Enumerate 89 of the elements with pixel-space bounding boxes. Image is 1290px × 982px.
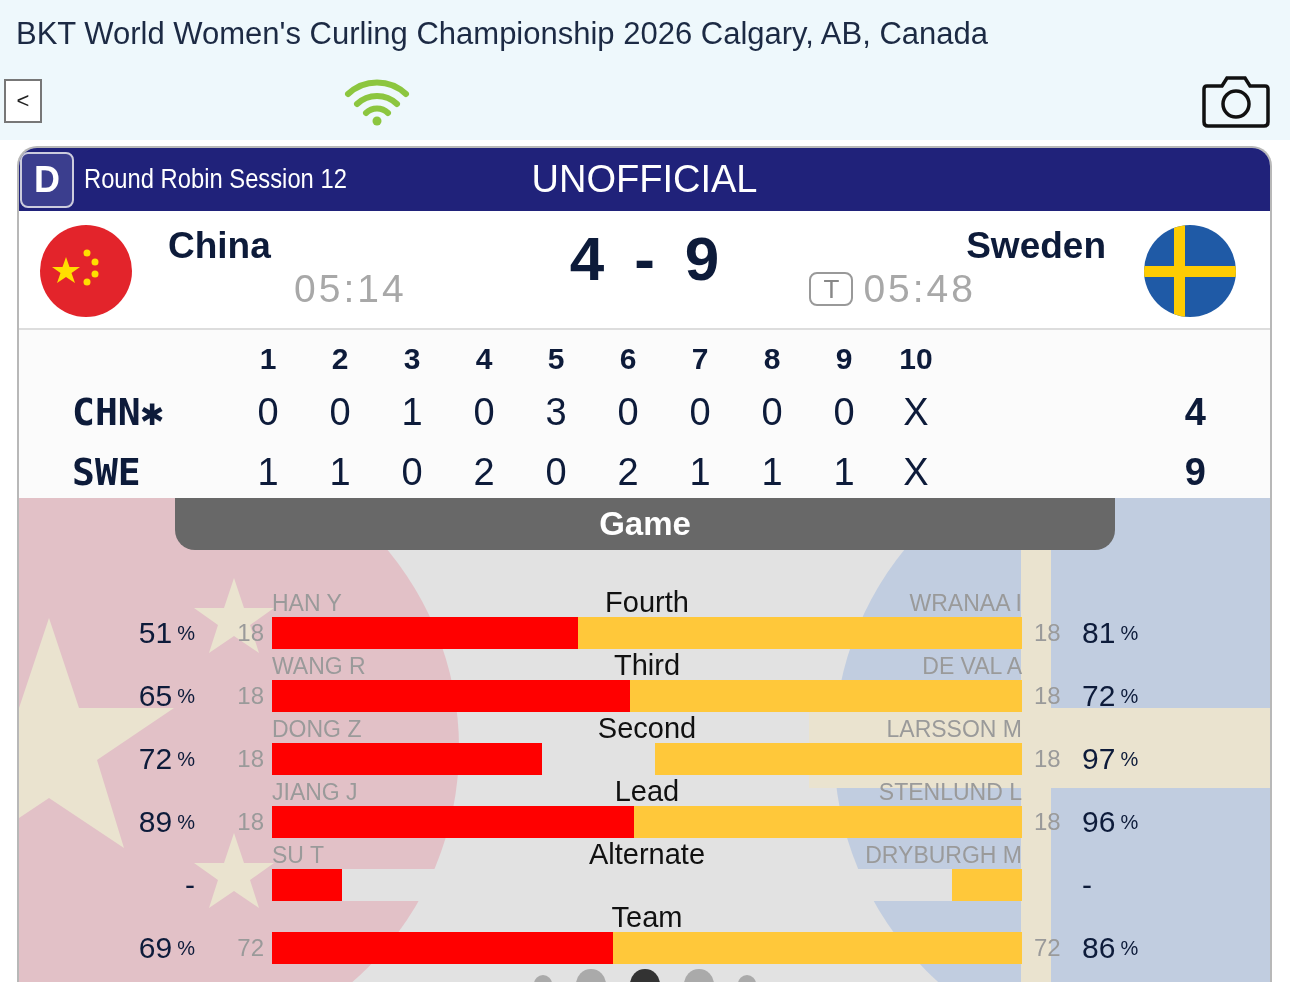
shot-count: 18 — [1033, 744, 1062, 774]
position-label: Fourth — [605, 588, 689, 617]
end-number: 8 — [762, 342, 782, 376]
end-score: 3 — [544, 390, 568, 434]
end-score: 0 — [400, 450, 424, 494]
player-percentage: 89 % — [137, 806, 196, 838]
player-name: DRYBURGH M — [864, 842, 1022, 869]
team-name: China — [168, 225, 271, 267]
end-number: 3 — [402, 342, 422, 376]
end-score: 1 — [688, 450, 712, 494]
player-name: JIANG J — [272, 779, 359, 806]
event-title: BKT World Women's Curling Championship 2026 Calgary, AB, Canada — [16, 16, 989, 52]
shot-count: 18 — [236, 681, 265, 711]
end-score: 1 — [256, 450, 280, 494]
end-score: 1 — [832, 450, 856, 494]
division-badge: D — [20, 151, 74, 208]
total-score: 9 — [1183, 450, 1207, 494]
player-name: DE VAL A — [921, 653, 1022, 680]
end-score: 0 — [832, 390, 856, 434]
game-status: UNOFFICIAL — [531, 158, 758, 201]
end-score: 2 — [616, 450, 640, 494]
player-percentage: 96 % — [1082, 806, 1140, 838]
end-number: 7 — [690, 342, 710, 376]
position-label: Third — [613, 651, 681, 680]
player-percentage: 65 % — [137, 680, 196, 712]
position-label: Team — [611, 903, 683, 932]
time-remaining: 05:48 — [863, 267, 976, 311]
end-score: 2 — [472, 450, 496, 494]
end-number: 9 — [834, 342, 854, 376]
player-name: LARSSON M — [885, 716, 1022, 743]
back-button[interactable]: < — [4, 79, 42, 123]
player-name: WRANAA I — [908, 590, 1022, 617]
team-name: Sweden — [966, 225, 1106, 267]
session-name: Round Robin Session 12 — [84, 164, 347, 195]
game-tab[interactable]: Game — [175, 498, 1115, 550]
shot-count: 18 — [236, 744, 265, 774]
time-remaining: 05:14 — [294, 267, 407, 311]
end-score: 0 — [760, 390, 784, 434]
player-percentage: 51 % — [137, 617, 196, 649]
timeout-badge: T — [809, 272, 854, 306]
player-percentage: - — [184, 869, 196, 901]
wifi-icon — [344, 76, 410, 126]
player-percentage: 72 % — [137, 743, 196, 775]
shot-count: 72 — [1033, 933, 1062, 963]
position-label: Second — [597, 714, 697, 743]
player-percentage: 86 % — [1082, 932, 1140, 964]
player-name: HAN Y — [272, 590, 343, 617]
end-score: 0 — [256, 390, 280, 434]
position-label: Alternate — [588, 840, 706, 869]
end-number: 2 — [330, 342, 350, 376]
player-name: WANG R — [272, 653, 367, 680]
shot-count: 18 — [1033, 618, 1062, 648]
end-number: 6 — [618, 342, 638, 376]
end-score: 0 — [616, 390, 640, 434]
end-number: 5 — [546, 342, 566, 376]
player-percentage: 97 % — [1082, 743, 1140, 775]
team-code: SWE — [71, 450, 142, 494]
end-score: 1 — [400, 390, 424, 434]
total-score: 4 — [1183, 390, 1207, 434]
home-score: 4 — [569, 223, 605, 294]
shot-count: 18 — [236, 807, 265, 837]
end-score: 0 — [688, 390, 712, 434]
end-number: 1 — [258, 342, 278, 376]
player-percentage: 72 % — [1082, 680, 1140, 712]
player-name: STENLUND L — [877, 779, 1022, 806]
end-number: 10 — [898, 342, 934, 376]
player-name: SU T — [272, 842, 325, 869]
away-score: 9 — [684, 223, 720, 294]
shot-count: 18 — [236, 618, 265, 648]
player-percentage: - — [1082, 869, 1093, 901]
player-name: DONG Z — [272, 716, 363, 743]
shot-count: 18 — [1033, 681, 1062, 711]
end-score: X — [902, 450, 930, 494]
end-score: 1 — [328, 450, 352, 494]
china-flag-icon — [40, 225, 132, 317]
team-code: CHN✱ — [71, 390, 165, 434]
shot-count: 18 — [1033, 807, 1062, 837]
player-percentage: 69 % — [137, 932, 196, 964]
score-separator: - — [634, 223, 655, 294]
end-score: 0 — [544, 450, 568, 494]
end-score: 1 — [760, 450, 784, 494]
camera-icon[interactable] — [1202, 74, 1270, 128]
player-percentage: 81 % — [1082, 617, 1140, 649]
end-score: 0 — [328, 390, 352, 434]
end-score: 0 — [472, 390, 496, 434]
shot-count: 72 — [236, 933, 265, 963]
position-label: Lead — [614, 777, 680, 806]
end-score: X — [902, 390, 930, 434]
end-number: 4 — [474, 342, 494, 376]
